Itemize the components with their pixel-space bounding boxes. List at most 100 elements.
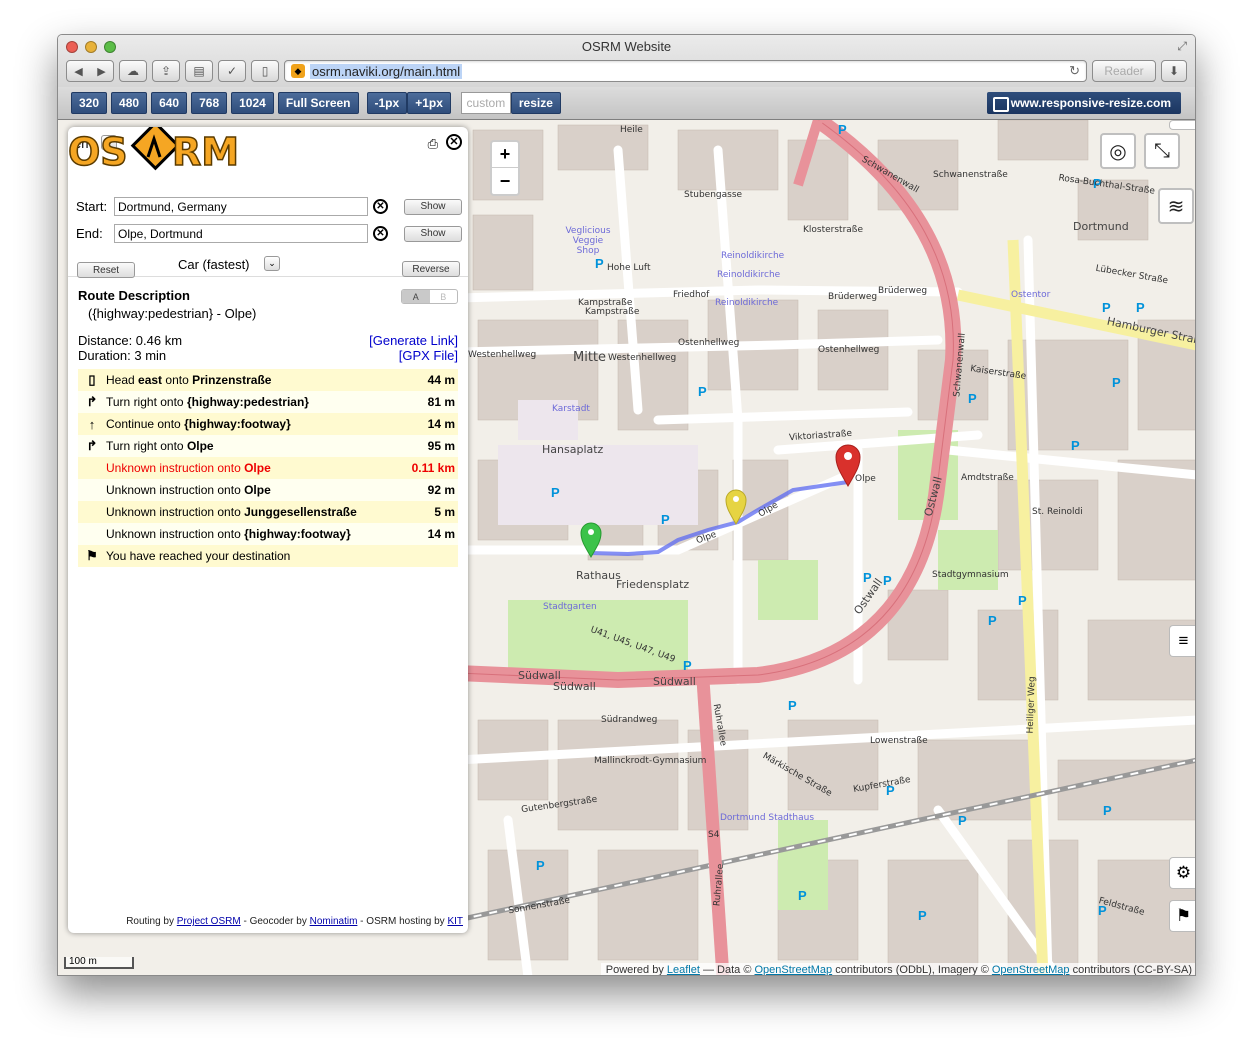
profile-select-chevron-icon[interactable]: ⌄	[264, 256, 280, 271]
titlebar: OSRM Website ⤢ ◀ ▶ ☁ ⇪ ▤ ✓ ▯ ◆ osrm.navi…	[58, 35, 1195, 120]
map-label: Stubengasse	[684, 190, 743, 200]
locate-icon[interactable]: ◎	[1100, 133, 1136, 169]
end-row: End: Olpe, Dortmund ✕ Show	[76, 224, 462, 243]
reader-button[interactable]: Reader	[1092, 60, 1156, 82]
size-480-button[interactable]: 480	[111, 92, 148, 114]
map-label: Südrandweg	[601, 715, 658, 725]
settings-gear-icon[interactable]: ⚙	[1169, 857, 1195, 889]
url-text: osrm.naviki.org/main.html	[310, 63, 463, 79]
zoom-in-button[interactable]: +	[492, 142, 518, 168]
zoom-to-route-icon[interactable]: ⤡	[1144, 133, 1180, 169]
reverse-button[interactable]: Reverse	[402, 261, 460, 277]
size-1024-button[interactable]: 1024	[231, 92, 274, 114]
svg-text:P: P	[683, 658, 692, 673]
route-stats: Distance: 0.46 km Duration: 3 min [Gener…	[78, 333, 458, 363]
osm-imagery-link[interactable]: OpenStreetMap	[992, 964, 1070, 975]
map-view[interactable]: PPP PPP PPP PPP PPP PPP PPP PPP Heile St…	[58, 120, 1195, 975]
instruction-row[interactable]: Unknown instruction onto {highway:footwa…	[78, 523, 458, 545]
custom-size-input[interactable]: custom	[460, 92, 511, 114]
leaflet-link[interactable]: Leaflet	[667, 964, 700, 975]
map-style-icon[interactable]: ⚑	[1169, 900, 1195, 932]
route-a-button[interactable]: A	[402, 290, 430, 303]
clear-start-icon[interactable]: ✕	[373, 199, 388, 214]
site-favicon-icon: ◆	[291, 64, 305, 78]
svg-text:P: P	[1103, 803, 1112, 818]
show-start-button[interactable]: Show	[404, 198, 462, 215]
instruction-distance: 44 m	[427, 373, 455, 387]
phone-icon[interactable]: ▯	[251, 60, 279, 82]
route-b-button[interactable]: B	[430, 290, 458, 303]
map-label: Amdtstraße	[961, 473, 1014, 483]
close-panel-icon[interactable]: ✕	[446, 134, 462, 150]
map-label: Kampstraße	[585, 307, 640, 317]
share-icon[interactable]: ⇪	[152, 60, 180, 82]
map-label: Hansaplatz	[542, 443, 604, 456]
map-label: Westenhellweg	[468, 350, 537, 360]
side-tab-icon[interactable]: ≡	[1169, 625, 1195, 657]
fullscreen-icon[interactable]: ⤢	[1177, 39, 1187, 54]
resize-button[interactable]: resize	[510, 92, 561, 114]
start-input[interactable]: Dortmund, Germany	[114, 197, 368, 216]
instruction-distance: 5 m	[434, 505, 455, 519]
map-label: Dortmund	[1073, 220, 1129, 233]
full-screen-button[interactable]: Full Screen	[277, 92, 359, 114]
instruction-row[interactable]: ⚑ You have reached your destination	[78, 545, 458, 567]
instruction-row[interactable]: ▯ Head east onto Prinzenstraße 44 m	[78, 369, 458, 391]
icloud-icon[interactable]: ☁	[119, 60, 147, 82]
instruction-row[interactable]: ↑ Continue onto {highway:footway} 14 m	[78, 413, 458, 435]
clear-end-icon[interactable]: ✕	[373, 226, 388, 241]
size-768-button[interactable]: 768	[191, 92, 228, 114]
reset-button[interactable]: Reset	[77, 262, 135, 278]
side-tab[interactable]	[1169, 120, 1195, 130]
forward-icon[interactable]: ▶	[90, 65, 113, 78]
zoom-out-button[interactable]: −	[492, 168, 518, 194]
back-icon[interactable]: ◀	[67, 65, 90, 78]
instruction-row[interactable]: Unknown instruction onto Olpe 92 m	[78, 479, 458, 501]
osm-link[interactable]: OpenStreetMap	[755, 964, 833, 975]
svg-text:P: P	[536, 858, 545, 873]
map-label: Olpe	[855, 474, 876, 484]
instruction-row[interactable]: Unknown instruction onto Junggesellenstr…	[78, 501, 458, 523]
instruction-distance: 14 m	[427, 417, 455, 431]
route-alternative-toggle[interactable]: A B	[401, 289, 458, 304]
instruction-distance: 92 m	[427, 483, 455, 497]
instruction-row[interactable]: Unknown instruction onto Olpe 0.11 km	[78, 457, 458, 479]
nominatim-link[interactable]: Nominatim	[310, 916, 358, 927]
minus-1px-button[interactable]: -1px	[366, 92, 408, 114]
svg-text:P: P	[798, 888, 807, 903]
pdf-icon[interactable]: ▤	[185, 60, 213, 82]
responsive-resize-bar: 320 480 640 768 1024 Full Screen -1px +1…	[58, 87, 1195, 119]
show-end-button[interactable]: Show	[404, 225, 462, 242]
layers-icon[interactable]: ≋	[1158, 188, 1194, 224]
traffic-light-icon: ▯	[88, 372, 96, 387]
generate-link[interactable]: [Generate Link]	[369, 333, 458, 348]
w3c-validator-icon[interactable]: ✓	[218, 60, 246, 82]
reload-icon[interactable]: ↻	[1069, 63, 1080, 79]
svg-text:P: P	[918, 908, 927, 923]
size-640-button[interactable]: 640	[151, 92, 188, 114]
size-320-button[interactable]: 320	[71, 92, 108, 114]
svg-text:P: P	[988, 613, 997, 628]
address-bar[interactable]: ◆ osrm.naviki.org/main.html ↻	[284, 60, 1087, 82]
print-icon[interactable]: ⎙	[428, 136, 438, 152]
browser-toolbar: ◀ ▶ ☁ ⇪ ▤ ✓ ▯ ◆ osrm.naviki.org/main.htm…	[66, 59, 1187, 83]
svg-text:P: P	[788, 698, 797, 713]
downloads-icon[interactable]: ⬇	[1161, 60, 1187, 82]
kit-link[interactable]: KIT	[447, 916, 463, 927]
map-label: Brüderweg	[828, 292, 878, 302]
svg-text:P: P	[1136, 300, 1145, 315]
instruction-text: Unknown instruction onto Olpe	[106, 461, 271, 475]
svg-text:P: P	[551, 485, 560, 500]
straight-icon: ↑	[88, 416, 96, 432]
instruction-row[interactable]: ↱ Turn right onto {highway:pedestrian} 81 …	[78, 391, 458, 413]
instruction-row[interactable]: ↱ Turn right onto Olpe 95 m	[78, 435, 458, 457]
map-label: Ostenhellweg	[678, 338, 740, 348]
responsive-resize-link[interactable]: www.responsive-resize.com	[986, 92, 1181, 114]
map-label: Südwall	[653, 675, 696, 688]
end-input[interactable]: Olpe, Dortmund	[114, 224, 368, 243]
instruction-text: Unknown instruction onto Junggesellenstr…	[106, 505, 357, 519]
plus-1px-button[interactable]: +1px	[407, 92, 451, 114]
map-label: St. Reinoldi	[1032, 507, 1083, 517]
gpx-file-link[interactable]: [GPX File]	[399, 348, 458, 363]
project-osrm-link[interactable]: Project OSRM	[177, 916, 241, 927]
